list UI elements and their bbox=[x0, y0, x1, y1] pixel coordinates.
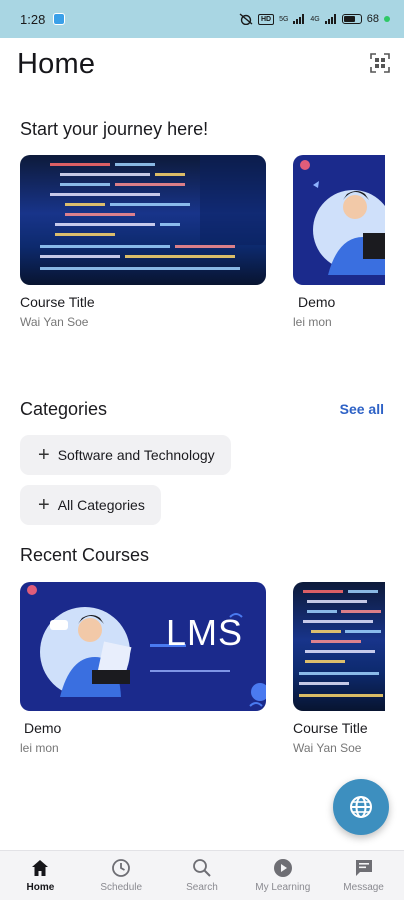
nav-label: Search bbox=[186, 882, 218, 893]
course-author: Wai Yan Soe bbox=[293, 741, 362, 755]
nav-item-message[interactable]: Message bbox=[323, 851, 404, 900]
course-thumbnail: LMS bbox=[20, 582, 266, 711]
see-all-link[interactable]: See all bbox=[340, 401, 384, 417]
course-thumbnail bbox=[293, 582, 385, 711]
course-card[interactable]: LMS Demo lei mon bbox=[20, 582, 266, 755]
qr-scan-icon[interactable] bbox=[370, 53, 390, 73]
globe-icon bbox=[350, 796, 372, 818]
course-author: lei mon bbox=[20, 741, 59, 755]
course-card[interactable]: Demo lei mon bbox=[293, 155, 385, 329]
code-screen-image bbox=[299, 590, 383, 697]
code-screen-image bbox=[40, 155, 266, 270]
signal-1-label: 5G bbox=[279, 15, 289, 23]
search-icon bbox=[193, 859, 211, 877]
signal-1-icon bbox=[293, 14, 305, 24]
status-indicators: HD 5G 4G 68 bbox=[239, 13, 390, 25]
course-title: Demo bbox=[24, 720, 62, 736]
signal-2-label: 4G bbox=[310, 15, 320, 23]
page-title: Home bbox=[17, 48, 96, 80]
nav-item-schedule[interactable]: Schedule bbox=[81, 851, 162, 900]
nav-item-my-learning[interactable]: My Learning bbox=[242, 851, 323, 900]
hd-badge: HD bbox=[257, 13, 275, 25]
category-chip[interactable]: + Software and Technology bbox=[20, 435, 231, 475]
course-author: lei mon bbox=[293, 315, 332, 329]
nav-item-search[interactable]: Search bbox=[162, 851, 243, 900]
course-card[interactable]: Course Title Wai Yan Soe bbox=[293, 582, 385, 755]
nav-label: Schedule bbox=[100, 882, 143, 893]
categories-section-title: Categories bbox=[20, 399, 108, 419]
nav-label: Message bbox=[343, 882, 384, 893]
category-label: All Categories bbox=[57, 497, 145, 513]
plus-icon: + bbox=[38, 444, 50, 466]
nav-item-home[interactable]: Home bbox=[0, 851, 81, 900]
battery-icon bbox=[341, 14, 362, 24]
thumbnail-heading: LMS bbox=[166, 612, 244, 653]
course-thumbnail bbox=[20, 155, 266, 285]
category-chip[interactable]: + All Categories bbox=[20, 485, 161, 525]
chat-icon bbox=[355, 860, 372, 876]
course-thumbnail bbox=[293, 155, 385, 285]
notification-app-icon bbox=[53, 13, 66, 25]
clock-icon bbox=[112, 859, 131, 877]
status-bar: 1:28 HD 5G 4G 68 bbox=[0, 0, 404, 38]
nav-label: My Learning bbox=[255, 882, 311, 893]
course-title: Course Title bbox=[293, 720, 368, 736]
nav-label: Home bbox=[26, 882, 55, 893]
plus-icon: + bbox=[38, 494, 50, 516]
course-card[interactable]: Course Title Wai Yan Soe bbox=[20, 155, 266, 329]
bottom-nav: Home Schedule Search My Learning Message bbox=[0, 850, 404, 900]
course-title: Course Title bbox=[20, 294, 95, 310]
course-author: Wai Yan Soe bbox=[20, 315, 89, 329]
signal-2-icon bbox=[324, 14, 336, 24]
course-title: Demo bbox=[298, 294, 336, 310]
play-circle-icon bbox=[273, 859, 292, 877]
language-fab-button[interactable] bbox=[333, 779, 389, 835]
home-icon bbox=[32, 860, 49, 876]
charging-dot bbox=[384, 16, 390, 22]
journey-section-title: Start your journey here! bbox=[20, 119, 209, 139]
battery-level: 68 bbox=[366, 13, 379, 25]
alarm-off-icon bbox=[239, 13, 253, 25]
status-time: 1:28 bbox=[20, 11, 46, 27]
category-label: Software and Technology bbox=[57, 447, 215, 463]
recent-section-title: Recent Courses bbox=[20, 545, 150, 565]
lms-illustration-image bbox=[300, 160, 385, 275]
